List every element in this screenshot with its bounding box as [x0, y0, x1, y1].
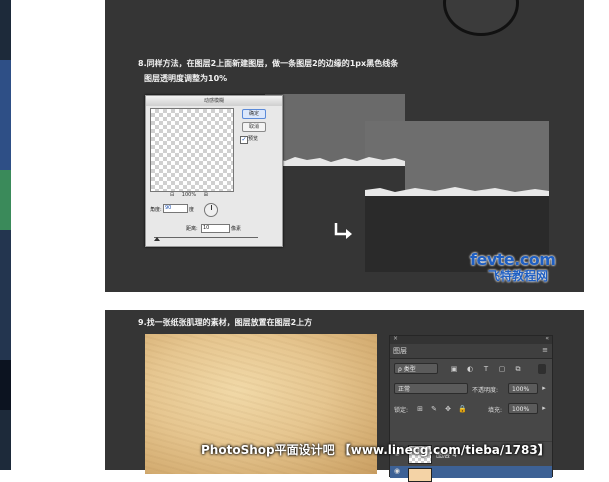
angle-unit: 度	[189, 207, 195, 213]
cancel-button[interactable]: 取消	[242, 122, 266, 132]
layer-thumbnail	[408, 468, 432, 482]
lock-position-icon[interactable]: ✥	[444, 405, 452, 413]
image-filter-icon[interactable]: ▣	[450, 365, 458, 373]
smart-object-filter-icon[interactable]: ⧉	[514, 365, 522, 373]
angle-input[interactable]: 90	[163, 204, 188, 213]
step-8-text-line1: 8.同样方法，在图层2上面新建图层，做一条图层2的边缘的1px黑色线条	[138, 59, 399, 68]
arrow-down-right-icon	[334, 223, 352, 239]
tutorial-step-8-image: 8.同样方法，在图层2上面新建图层，做一条图层2的边缘的1px黑色线条 图层透明…	[105, 0, 584, 292]
lock-label: 锁定:	[394, 407, 409, 414]
filter-toggle[interactable]	[538, 364, 546, 374]
preview-checkbox[interactable]: ✓	[240, 136, 248, 144]
opacity-label: 不透明度:	[472, 387, 499, 394]
distance-slider-thumb[interactable]	[154, 237, 160, 241]
angle-label: 角度:	[150, 207, 162, 213]
opacity-dropdown-icon[interactable]: ▸	[540, 384, 548, 392]
distance-label: 距离:	[186, 226, 198, 232]
left-photo-strip	[0, 0, 11, 470]
fill-label: 填充:	[488, 407, 503, 414]
zoom-out-button[interactable]: ⊟	[170, 192, 174, 198]
preview-label: 预览	[248, 136, 259, 142]
lock-transparent-icon[interactable]: ⊞	[416, 405, 424, 413]
layer-filter-select[interactable]: ρ 类型	[394, 363, 438, 374]
tab-layers[interactable]: 图层	[393, 346, 407, 356]
distance-unit: 像素	[231, 226, 242, 232]
blend-mode-select[interactable]: 正常	[394, 383, 468, 394]
eye-icon[interactable]: ◉	[394, 467, 400, 475]
angle-dial[interactable]	[204, 203, 218, 217]
zoom-in-button[interactable]: ⊞	[204, 192, 208, 198]
panel-tab-row: 图层 ≡	[390, 344, 552, 359]
fill-dropdown-icon[interactable]: ▸	[540, 404, 548, 412]
logo-name: 飞特教程网	[488, 269, 549, 283]
close-icon[interactable]: ×	[393, 335, 398, 342]
adjustment-filter-icon[interactable]: ◐	[466, 365, 474, 373]
zoom-value: 100%	[181, 192, 197, 198]
lock-icon[interactable]: 🔒	[458, 405, 467, 413]
shape-filter-icon[interactable]: ▢	[498, 365, 506, 373]
ok-button[interactable]: 确定	[242, 109, 266, 119]
step-8-text-line2: 图层透明度调整为10%	[144, 74, 228, 83]
filter-preview	[150, 108, 234, 192]
panel-menu-icon[interactable]: ≡	[542, 346, 548, 354]
zoom-controls: ⊟ 100% ⊞	[170, 192, 208, 198]
collapse-icon[interactable]: «	[545, 335, 549, 342]
dial-graphic	[443, 0, 519, 36]
fill-input[interactable]: 100%	[508, 403, 538, 414]
distance-slider-track[interactable]	[154, 237, 258, 238]
distance-input[interactable]: 10	[201, 224, 230, 233]
step-9-text: 9.找一张纸张肌理的素材，图层放置在图层2上方	[138, 318, 313, 327]
torn-paper-graphic	[265, 94, 549, 272]
layer-row-selected[interactable]: ◉	[390, 466, 552, 482]
lock-pixels-icon[interactable]: ✎	[430, 405, 438, 413]
watermark-text: PhotoShop平面设计吧 【www.linecg.com/tieba/178…	[201, 443, 550, 457]
text-filter-icon[interactable]: T	[482, 365, 490, 373]
panel-header-bar: × «	[390, 335, 552, 344]
dialog-title: 动感模糊	[146, 96, 282, 106]
opacity-input[interactable]: 100%	[508, 383, 538, 394]
motion-blur-dialog: 动感模糊 确定 取消 ✓ 预览 ⊟ 100% ⊞ 角度: 90 度 距离: 10…	[145, 95, 283, 247]
